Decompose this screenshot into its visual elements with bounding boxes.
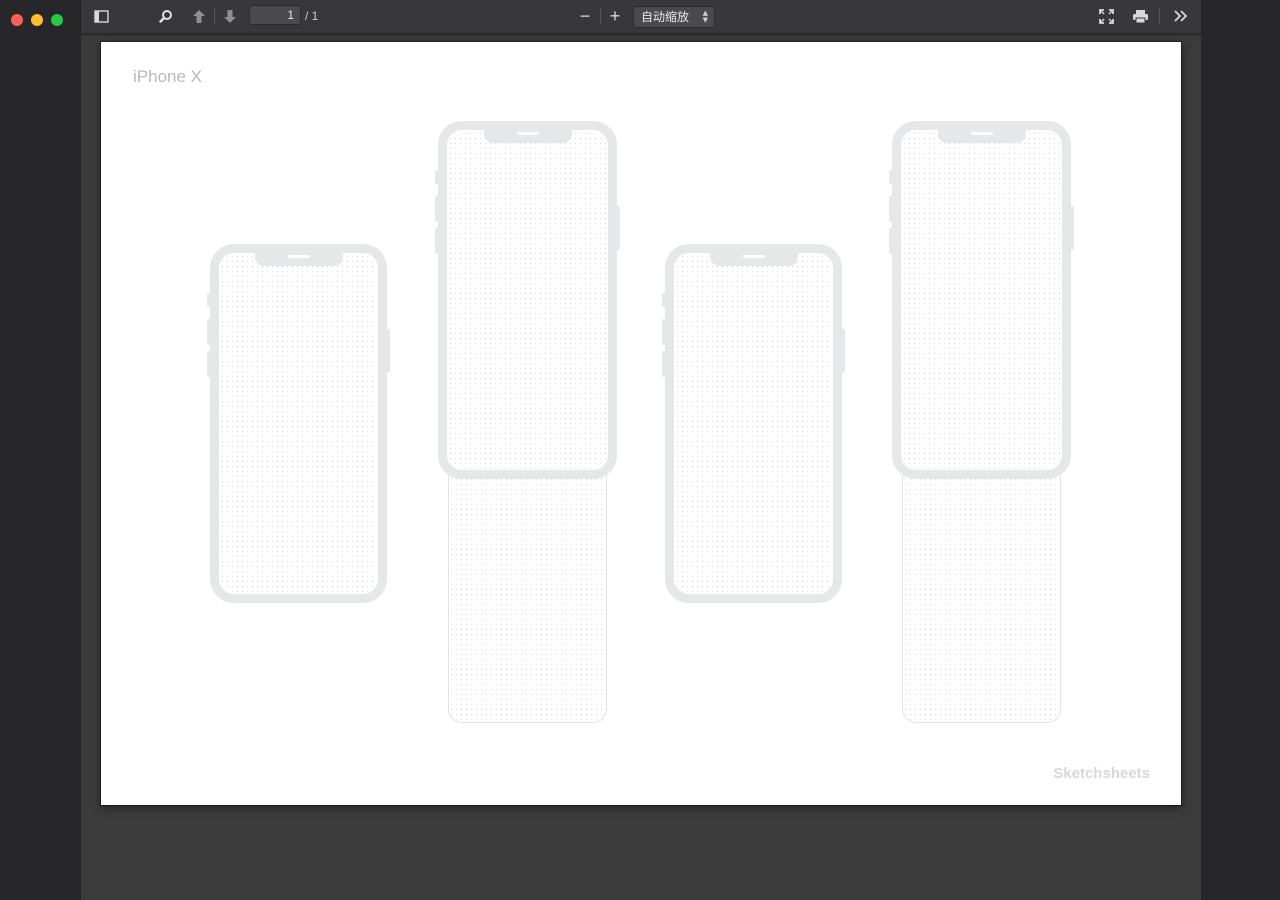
zoom-in-button[interactable]: + [605,5,625,27]
iphone-frame [889,121,1074,479]
zoom-window-button[interactable] [51,14,63,26]
pdf-page: iPhone X Sketchsheets [101,42,1181,805]
tools-button[interactable] [1171,5,1191,27]
iphone-frame [435,121,620,479]
arrow-up-icon [193,9,205,23]
side-button [207,293,211,307]
find-button[interactable] [156,5,176,27]
sidebar-icon [93,9,109,23]
toolbar-separator [214,8,215,24]
screen-grid [675,254,832,593]
volume-button [435,228,439,254]
notch [709,252,798,266]
speaker [742,255,765,258]
presentation-mode-button[interactable] [1096,5,1116,27]
speaker [287,255,310,258]
side-button [889,170,893,184]
scroll-extension [902,462,1061,723]
iphone-frame [207,244,390,603]
zoom-select[interactable]: 自动缩放 ▲ ▼ [633,6,715,28]
speaker [970,132,993,135]
minimize-window-button[interactable] [31,14,43,26]
zoom-select-value: 自动缩放 [641,10,690,24]
double-chevron-right-icon [1174,10,1188,22]
scroll-extension [448,462,607,723]
fullscreen-icon [1098,8,1114,24]
volume-button [207,319,211,345]
power-button [1070,206,1074,250]
notch [937,129,1026,143]
close-window-button[interactable] [11,14,23,26]
window-controls [11,14,63,26]
power-button [841,329,845,373]
toolbar-separator [600,8,601,24]
page-title: iPhone X [133,67,202,86]
volume-button [889,196,893,222]
sidebar-toggle-button[interactable] [91,5,111,27]
volume-button [207,351,211,377]
select-arrows-icon: ▲ ▼ [702,9,708,24]
volume-button [662,351,666,377]
zoom-out-button[interactable]: − [575,5,595,27]
speaker [516,132,539,135]
page-count-label: / 1 [305,9,319,23]
notch [254,252,343,266]
page-number-input[interactable]: 1 [249,5,301,25]
power-button [386,329,390,373]
toolbar-separator [1159,8,1160,24]
search-icon [159,10,172,23]
side-button [662,293,666,307]
power-button [616,206,620,250]
volume-button [662,319,666,345]
brand-watermark: Sketchsheets [1053,765,1150,782]
iphone-frame [662,244,845,603]
next-page-button[interactable] [221,5,239,27]
pdf-viewer: 1 / 1 − + 自动缩放 ▲ ▼ iPhone X Sketchsheets [81,0,1201,900]
notch [483,129,572,143]
screen-grid [448,131,607,469]
arrow-down-icon [224,9,236,23]
print-button[interactable] [1130,5,1150,27]
app-window: 1 / 1 − + 自动缩放 ▲ ▼ iPhone X Sketchsheets [0,0,1280,900]
viewer-toolbar: 1 / 1 − + 自动缩放 ▲ ▼ [81,0,1201,34]
previous-page-button[interactable] [190,5,208,27]
volume-button [889,228,893,254]
print-icon [1132,9,1148,23]
screen-grid [902,131,1061,469]
volume-button [435,196,439,222]
screen-grid [220,254,377,593]
side-button [435,170,439,184]
